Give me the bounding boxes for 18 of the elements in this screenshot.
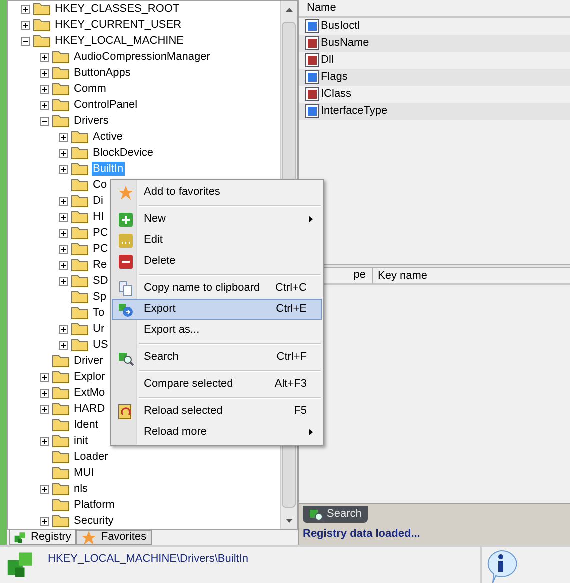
menu-label: Export as... [144,323,200,338]
shortcut-label: Ctrl+E [276,302,307,318]
menu-label: Export [144,302,176,318]
menu-label: Search [144,350,179,366]
menu-label: Copy name to clipboard [144,281,260,296]
menu-label: Compare selected [144,377,234,392]
menu-label: Add to favorites [144,185,220,200]
menu-label: Delete [144,254,176,270]
status-path: HKEY_LOCAL_MACHINE\Drivers\BuiltIn [48,552,249,567]
menu-label: Reload selected [144,404,223,420]
shortcut-label: Ctrl+C [276,281,307,296]
menu-label: Reload more [144,425,207,440]
shortcut-label: Ctrl+F [276,350,307,366]
status-message: Registry data loaded... [303,527,422,542]
shortcut-label: Alt+F3 [274,377,307,392]
menu-label: Edit [144,233,163,248]
shortcut-label: F5 [294,404,307,420]
menu-label: New [144,212,166,228]
